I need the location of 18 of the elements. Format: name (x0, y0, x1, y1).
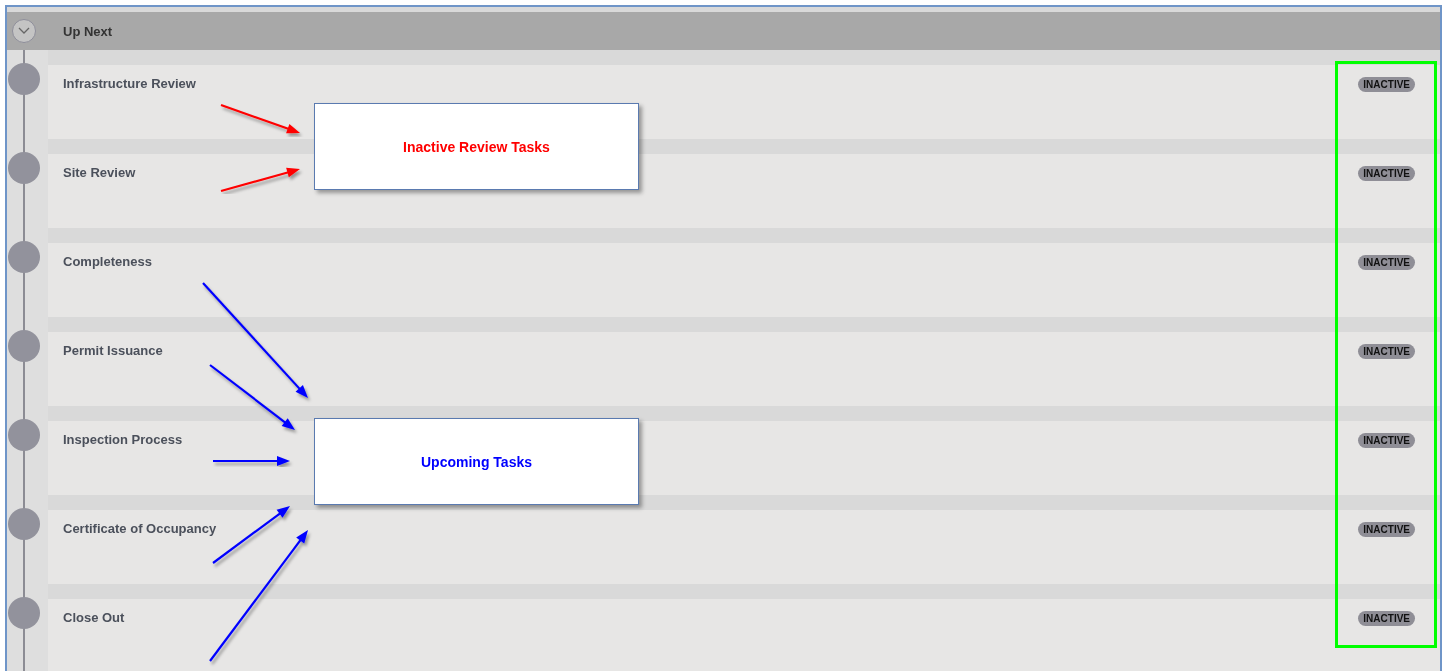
status-badge: INACTIVE (1358, 433, 1415, 448)
section-title: Up Next (63, 23, 113, 39)
status-badge: INACTIVE (1358, 77, 1415, 92)
status-badge: INACTIVE (1358, 611, 1415, 626)
task-name: Infrastructure Review (63, 76, 196, 91)
task-name: Site Review (63, 165, 136, 180)
task-name: Completeness (63, 254, 152, 269)
callout-box: Upcoming Tasks (314, 418, 639, 505)
status-badge: INACTIVE (1358, 522, 1415, 537)
task-name: Permit Issuance (63, 343, 163, 358)
collapse-toggle-icon[interactable] (12, 19, 36, 43)
task-name: Certificate of Occupancy (63, 521, 217, 536)
status-badge: INACTIVE (1358, 255, 1415, 270)
task-name: Close Out (63, 610, 125, 625)
task-name: Inspection Process (63, 432, 183, 447)
status-badge: INACTIVE (1358, 166, 1415, 181)
status-badge: INACTIVE (1358, 344, 1415, 359)
callout-box: Inactive Review Tasks (314, 103, 639, 190)
